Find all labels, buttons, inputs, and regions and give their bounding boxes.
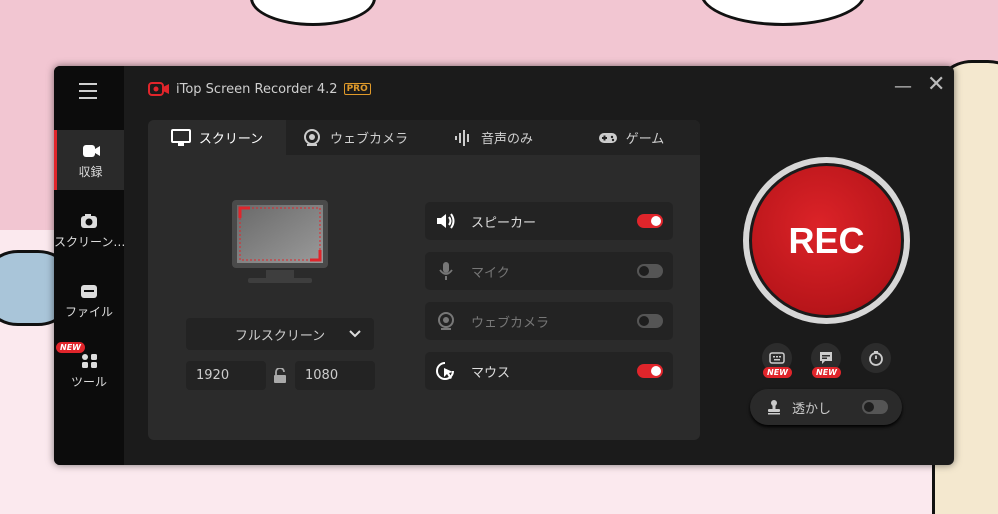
- mode-tabs: スクリーン ウェブカメラ 音声のみ ゲーム: [148, 120, 700, 155]
- sidebar-item-label: 収録: [78, 165, 103, 179]
- app-title: iTop Screen Recorder 4.2: [176, 81, 338, 97]
- app-window: 収録 スクリーン… ファイル ツール NEW iTop Screen Recor…: [54, 66, 954, 465]
- capture-mode-value: フルスクリーン: [234, 328, 326, 344]
- width-input[interactable]: 1920: [186, 361, 266, 390]
- option-speaker[interactable]: スピーカー: [425, 202, 673, 240]
- sidebar-item-label: スクリーン…: [54, 235, 124, 249]
- option-label: マイク: [471, 265, 510, 281]
- hamburger-icon[interactable]: [79, 83, 97, 104]
- microphone-toggle[interactable]: [637, 264, 663, 278]
- tab-label: 音声のみ: [480, 132, 533, 147]
- tools-grid-icon: [82, 354, 97, 368]
- record-camera-icon: [82, 145, 100, 157]
- recording-panel: スクリーン ウェブカメラ 音声のみ ゲーム フルスクリーン 1920 1080 …: [148, 120, 700, 440]
- capture-mode-dropdown[interactable]: フルスクリーン: [186, 318, 374, 350]
- option-label: マウス: [471, 365, 511, 381]
- watermark-toggle[interactable]: [862, 400, 888, 414]
- sidebar-item-label: ファイル: [64, 305, 113, 319]
- option-microphone[interactable]: マイク: [425, 252, 673, 290]
- tab-screen[interactable]: スクリーン: [148, 120, 286, 155]
- watermark-control[interactable]: 透かし: [750, 389, 902, 425]
- speaker-icon: [437, 213, 455, 229]
- title-bar: iTop Screen Recorder 4.2 PRO: [148, 80, 371, 98]
- sidebar-item-record[interactable]: 収録: [54, 130, 124, 190]
- tab-label: スクリーン: [198, 132, 264, 147]
- rec-button[interactable]: REC: [749, 163, 904, 318]
- webcam-icon: [438, 312, 454, 330]
- tab-label: ウェブカメラ: [329, 132, 408, 147]
- speaker-toggle[interactable]: [637, 214, 663, 228]
- option-mouse[interactable]: マウス: [425, 352, 673, 390]
- height-input[interactable]: 1080: [295, 361, 375, 390]
- monitor-icon: [170, 128, 191, 146]
- webcam-icon: [303, 128, 320, 146]
- microphone-icon: [439, 262, 453, 280]
- audio-wave-icon: [454, 129, 469, 146]
- minimize-button[interactable]: —: [894, 76, 912, 97]
- pro-badge: PRO: [343, 83, 371, 95]
- sidebar: 収録 スクリーン… ファイル ツール NEW: [54, 66, 124, 465]
- sidebar-item-screenshot[interactable]: スクリーン…: [54, 200, 124, 260]
- folder-icon: [81, 285, 97, 298]
- subtitle-icon: [820, 352, 832, 364]
- chevron-down-icon: [349, 330, 361, 338]
- app-logo-icon: [148, 82, 169, 96]
- new-badge: NEW: [56, 342, 85, 353]
- timer-button[interactable]: [861, 343, 891, 373]
- timer-icon: [869, 351, 883, 366]
- tab-audio-only[interactable]: 音声のみ: [424, 120, 562, 155]
- new-badge: NEW: [812, 367, 841, 378]
- keyboard-icon: [769, 352, 785, 364]
- webcam-toggle[interactable]: [637, 314, 663, 328]
- tab-webcam[interactable]: ウェブカメラ: [286, 120, 424, 155]
- option-webcam[interactable]: ウェブカメラ: [425, 302, 673, 340]
- stamp-icon: [768, 400, 780, 415]
- screen-preview-icon: [232, 200, 328, 283]
- mouse-toggle[interactable]: [637, 364, 663, 378]
- tab-label: ゲーム: [625, 132, 665, 147]
- sidebar-item-file[interactable]: ファイル: [54, 270, 124, 330]
- mouse-cursor-icon: [436, 362, 454, 380]
- gamepad-icon: [598, 132, 617, 143]
- tab-game[interactable]: ゲーム: [562, 120, 700, 155]
- sidebar-item-label: ツール: [70, 375, 107, 389]
- screenshot-camera-icon: [81, 214, 97, 228]
- option-label: ウェブカメラ: [471, 315, 550, 331]
- new-badge: NEW: [763, 367, 792, 378]
- close-button[interactable]: ✕: [927, 72, 945, 97]
- option-label: スピーカー: [471, 215, 537, 231]
- lock-icon[interactable]: [273, 368, 287, 384]
- watermark-label: 透かし: [792, 401, 832, 417]
